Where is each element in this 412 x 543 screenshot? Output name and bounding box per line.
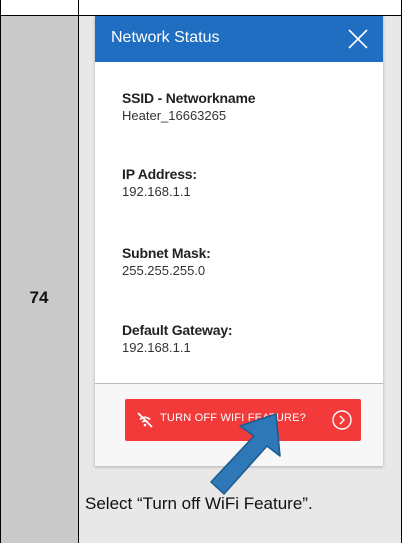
chevron-right-circle-icon <box>331 409 353 431</box>
default-gateway-field: Default Gateway: 192.168.1.1 <box>122 322 233 355</box>
instruction-text: Select “Turn off WiFi Feature”. <box>85 494 313 513</box>
default-gateway-label: Default Gateway: <box>122 322 233 338</box>
default-gateway-value: 192.168.1.1 <box>122 340 191 355</box>
screen-title: Network Status <box>111 29 220 46</box>
close-icon[interactable] <box>345 26 371 52</box>
subnet-mask-label: Subnet Mask: <box>122 245 211 261</box>
ssid-field: SSID - Networkname Heater_16663265 <box>122 90 256 123</box>
step-number: 74 <box>29 288 49 307</box>
pointer-arrow <box>210 413 281 495</box>
ssid-value: Heater_16663265 <box>122 108 227 123</box>
wifi-off-icon <box>135 410 155 430</box>
network-status-screen: Network Status SSID - Networkname Heater… <box>95 16 383 466</box>
ip-address-value: 192.168.1.1 <box>122 184 191 199</box>
subnet-mask-value: 255.255.255.0 <box>122 263 206 278</box>
document-page: 74 Network Status SSID - Networkname Hea… <box>0 0 412 543</box>
subnet-mask-field: Subnet Mask: 255.255.255.0 <box>122 245 211 278</box>
ip-address-field: IP Address: 192.168.1.1 <box>122 166 197 199</box>
table-border-right <box>401 0 402 543</box>
ssid-label: SSID - Networkname <box>122 90 256 106</box>
step-number-cell: 74 <box>0 16 78 543</box>
table-border-left <box>0 0 1 543</box>
ip-address-label: IP Address: <box>122 166 197 182</box>
screen-header: Network Status <box>95 16 383 62</box>
table-column-divider <box>78 0 79 543</box>
